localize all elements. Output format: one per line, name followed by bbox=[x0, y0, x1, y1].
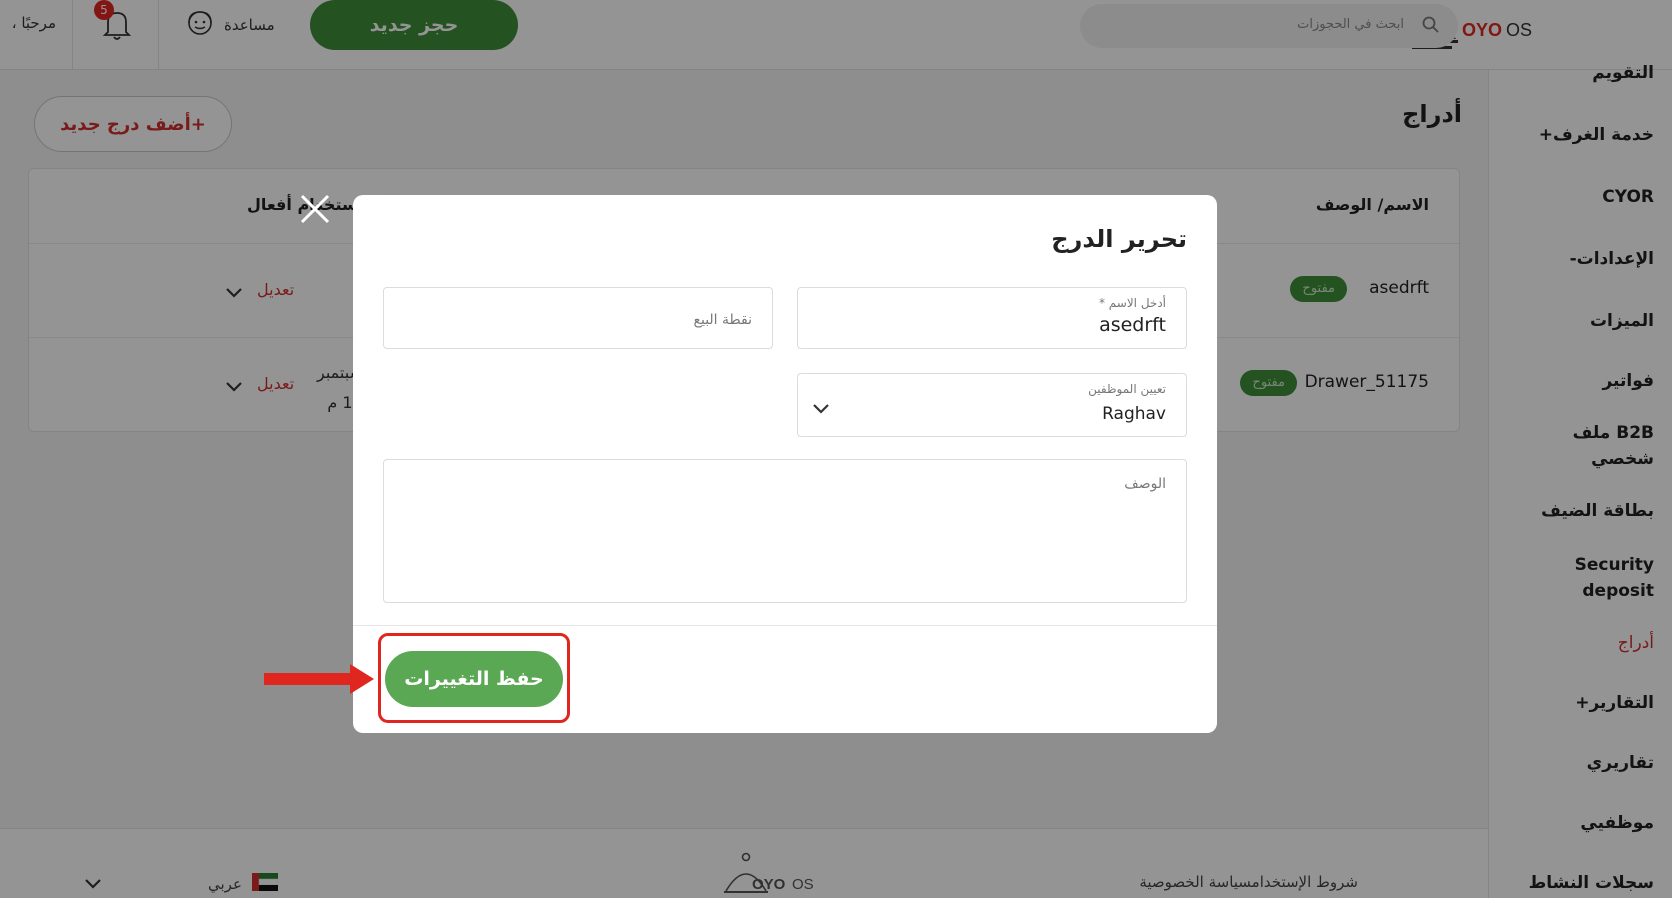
dialog-title: تحرير الدرج bbox=[1051, 225, 1187, 253]
save-changes-button[interactable]: حفظ التغييرات bbox=[385, 651, 563, 707]
assign-staff-select[interactable]: تعيين الموظفين Raghav bbox=[797, 373, 1187, 437]
close-icon[interactable] bbox=[298, 192, 332, 226]
point-of-sale-field[interactable]: نقطة البيع bbox=[383, 287, 773, 349]
assign-staff-value: Raghav bbox=[1102, 404, 1166, 424]
drawer-name-value: asedrft bbox=[1099, 314, 1166, 336]
description-textarea[interactable]: الوصف bbox=[383, 459, 1187, 603]
dialog-divider bbox=[353, 625, 1217, 626]
chevron-down-icon bbox=[812, 400, 830, 419]
drawer-name-field[interactable]: أدخل الاسم * asedrft bbox=[797, 287, 1187, 349]
pointer-arrow-icon bbox=[264, 664, 374, 698]
description-placeholder: الوصف bbox=[1124, 476, 1166, 492]
drawer-name-label: أدخل الاسم * bbox=[1098, 296, 1166, 310]
point-of-sale-placeholder: نقطة البيع bbox=[693, 312, 752, 328]
assign-staff-label: تعيين الموظفين bbox=[1088, 382, 1166, 396]
